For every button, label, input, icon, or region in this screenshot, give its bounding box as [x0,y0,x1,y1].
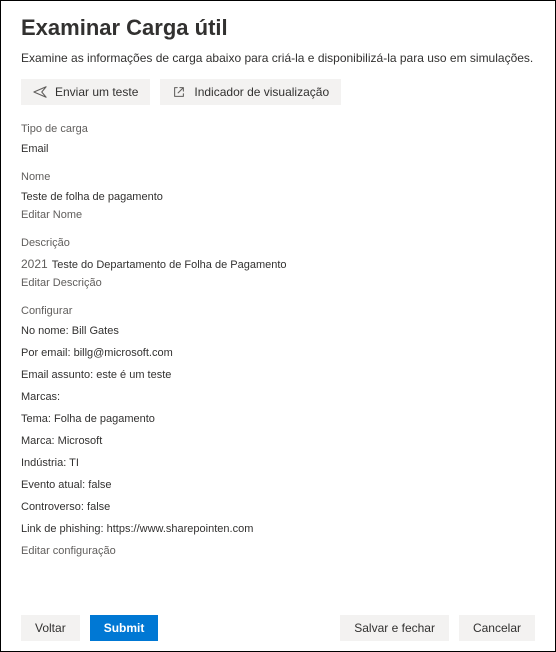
section-type: Tipo de carga Email [21,123,535,155]
config-label: Configurar [21,305,535,317]
type-value: Email [21,143,535,155]
type-label: Tipo de carga [21,123,535,135]
config-theme: Tema: Folha de pagamento [21,413,535,425]
config-from-email: Por email: billg@microsoft.com [21,347,535,359]
save-close-button[interactable]: Salvar e fechar [340,615,449,641]
submit-button[interactable]: Submit [90,615,159,641]
config-phishing-link: Link de phishing: https://www.sharepoint… [21,523,535,535]
external-link-icon [172,85,186,99]
description-label: Descrição [21,237,535,249]
config-tags: Marcas: [21,391,535,403]
section-description: Descrição 2021 Teste do Departamento de … [21,237,535,289]
config-brand: Marca: Microsoft [21,435,535,447]
send-test-label: Enviar um teste [55,85,138,99]
send-icon [33,85,47,99]
name-value: Teste de folha de pagamento [21,191,535,203]
config-email-subject: Email assunto: este é um teste [21,369,535,381]
page-subtitle: Examine as informações de carga abaixo p… [21,51,535,65]
edit-config-link[interactable]: Editar configuração [21,545,535,557]
preview-label: Indicador de visualização [194,85,329,99]
page-title: Examinar Carga útil [21,15,535,41]
description-value: Teste do Departamento de Folha de Pagame… [52,259,287,271]
footer: Voltar Submit Salvar e fechar Cancelar [1,605,555,651]
edit-name-link[interactable]: Editar Nome [21,209,535,221]
edit-description-link[interactable]: Editar Descrição [21,277,535,289]
back-button[interactable]: Voltar [21,615,80,641]
toolbar: Enviar um teste Indicador de visualizaçã… [21,79,535,105]
cancel-button[interactable]: Cancelar [459,615,535,641]
preview-button[interactable]: Indicador de visualização [160,79,341,105]
name-label: Nome [21,171,535,183]
section-name: Nome Teste de folha de pagamento Editar … [21,171,535,221]
section-config: Configurar No nome: Bill Gates Por email… [21,305,535,557]
config-from-name: No nome: Bill Gates [21,325,535,337]
config-controversial: Controverso: false [21,501,535,513]
send-test-button[interactable]: Enviar um teste [21,79,150,105]
config-industry: Indústria: TI [21,457,535,469]
config-current-event: Evento atual: false [21,479,535,491]
description-year: 2021 [21,257,48,271]
